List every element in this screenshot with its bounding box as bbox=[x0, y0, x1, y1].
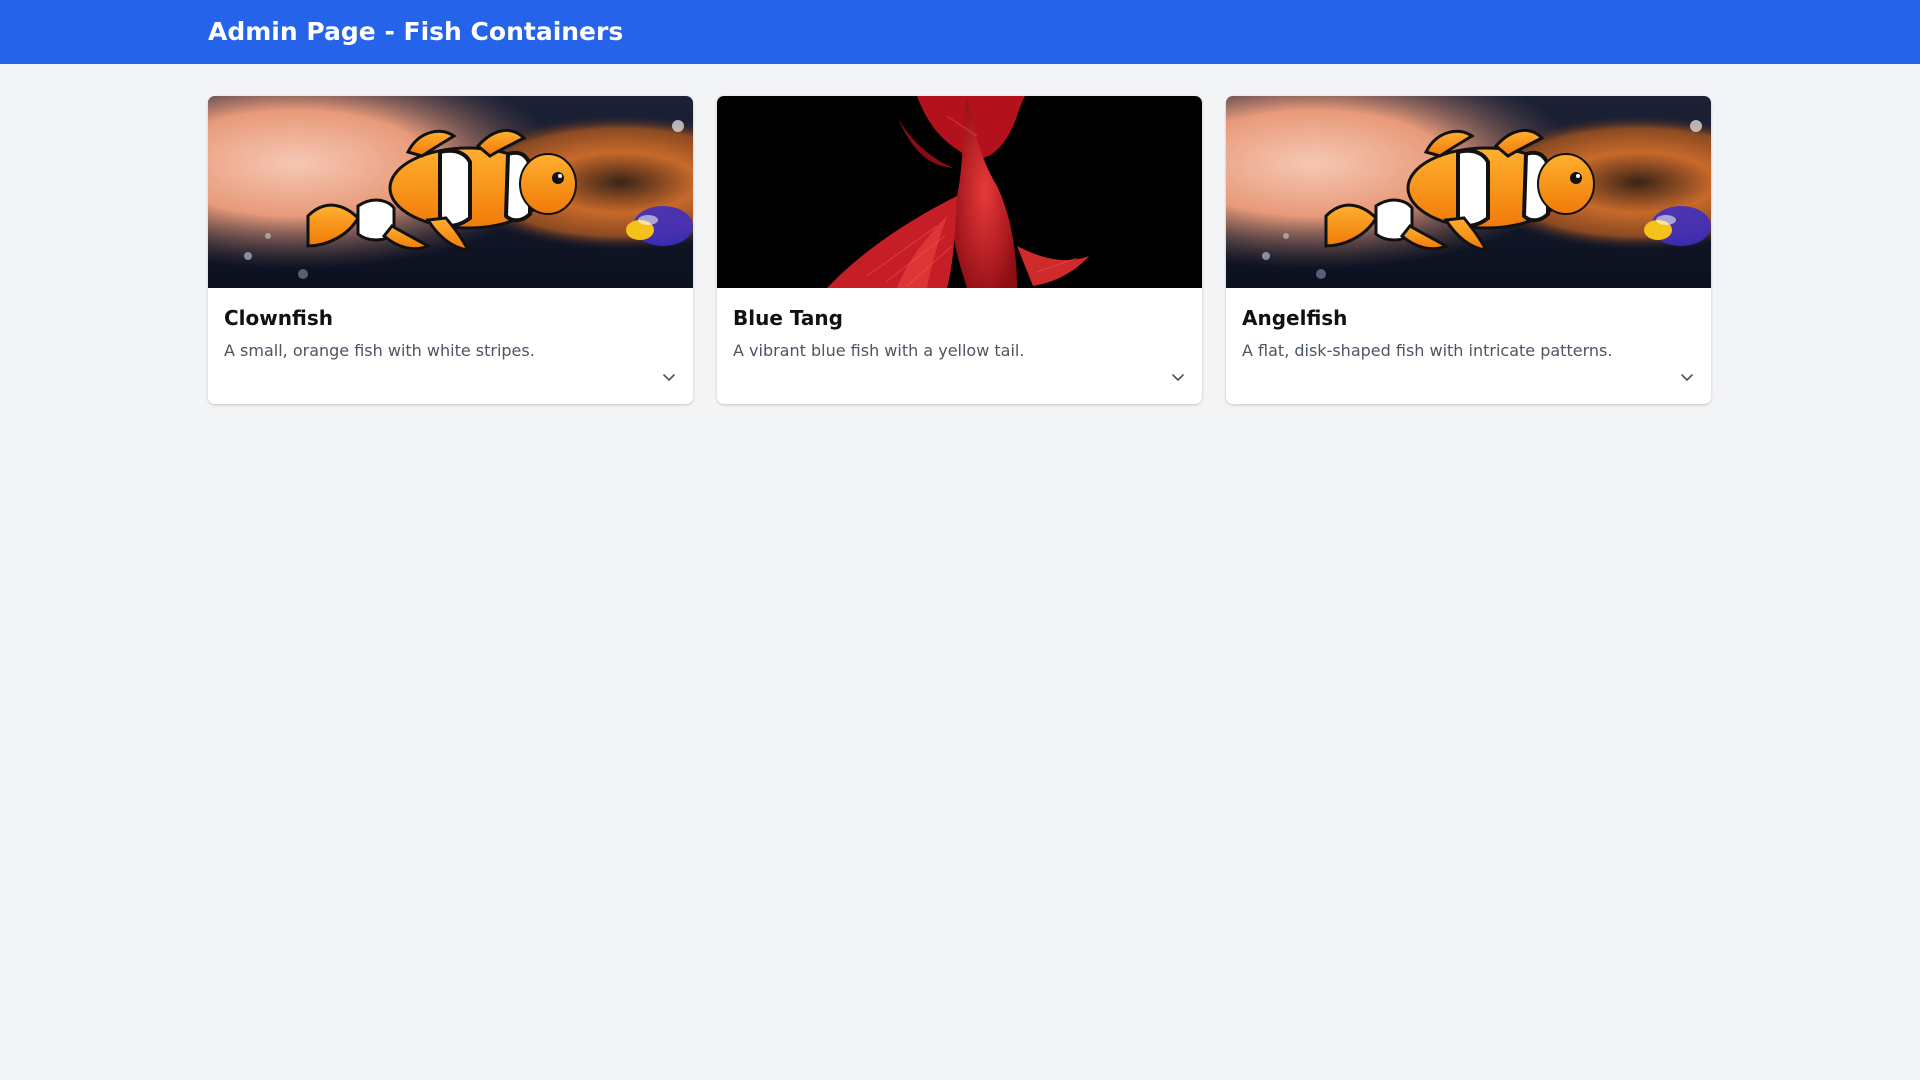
clownfish-image bbox=[1226, 96, 1711, 288]
fish-card-title: Angelfish bbox=[1242, 306, 1348, 330]
page-title: Admin Page - Fish Containers bbox=[208, 17, 624, 46]
fish-card[interactable]: Angelfish A flat, disk-shaped fish with … bbox=[1226, 96, 1711, 404]
header-bar: Admin Page - Fish Containers bbox=[0, 0, 1920, 64]
betta-fish-image bbox=[717, 96, 1202, 288]
chevron-down-icon[interactable] bbox=[1168, 368, 1188, 388]
fish-card-title: Clownfish bbox=[224, 306, 333, 330]
clownfish-image bbox=[208, 96, 693, 288]
fish-card-description: A vibrant blue fish with a yellow tail. bbox=[733, 341, 1025, 360]
fish-card-description: A small, orange fish with white stripes. bbox=[224, 341, 535, 360]
fish-card-list: Clownfish A small, orange fish with whit… bbox=[208, 96, 1712, 404]
fish-card-description: A flat, disk-shaped fish with intricate … bbox=[1242, 341, 1613, 360]
chevron-down-icon[interactable] bbox=[659, 368, 679, 388]
fish-card-title: Blue Tang bbox=[733, 306, 843, 330]
chevron-down-icon[interactable] bbox=[1677, 368, 1697, 388]
fish-card[interactable]: Clownfish A small, orange fish with whit… bbox=[208, 96, 693, 404]
fish-card[interactable]: Blue Tang A vibrant blue fish with a yel… bbox=[717, 96, 1202, 404]
